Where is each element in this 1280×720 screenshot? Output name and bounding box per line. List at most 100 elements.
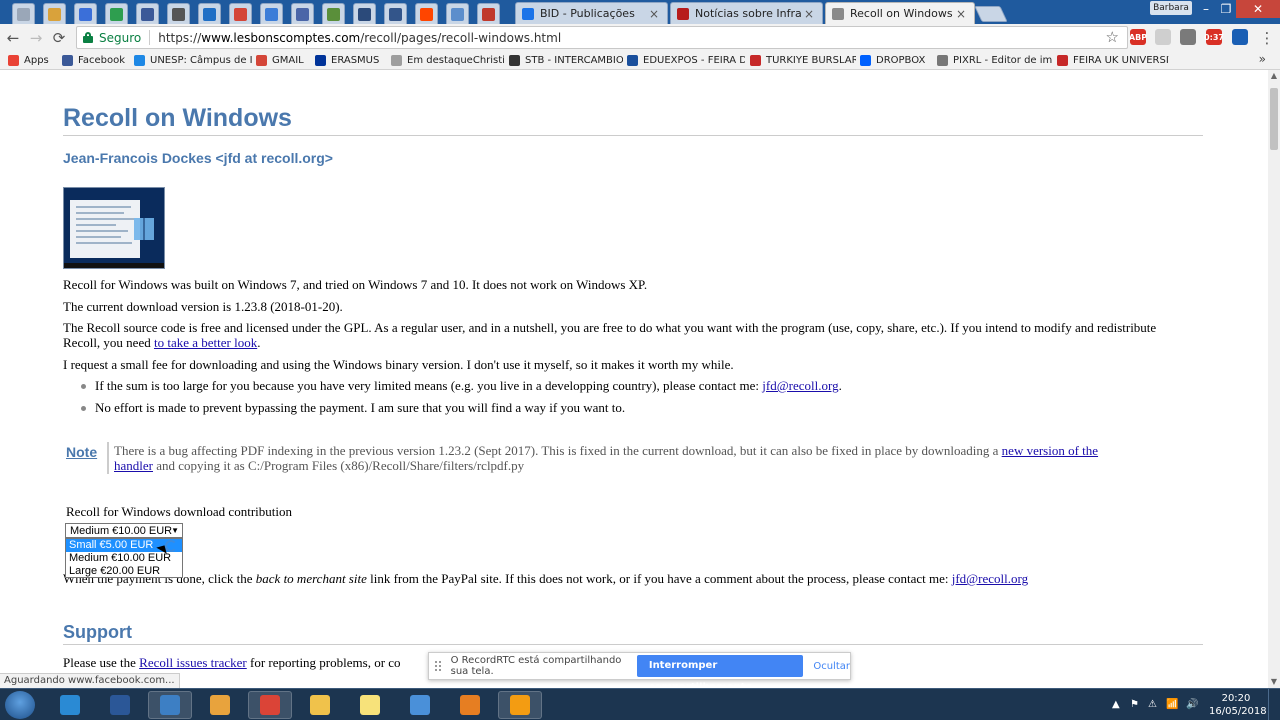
option-medium[interactable]: Medium €10.00 EUR	[66, 552, 182, 565]
note-text: There is a bug affecting PDF indexing in…	[114, 443, 1104, 473]
butterfly-icon	[460, 695, 480, 715]
taskbar-app[interactable]	[98, 691, 142, 719]
bookmark-em-destaquechristin[interactable]: Em destaqueChristin	[391, 53, 505, 68]
chrome-icon	[260, 695, 280, 715]
recordrtc-icon[interactable]: 0:37	[1204, 29, 1224, 45]
pinned-tab[interactable]	[353, 3, 376, 24]
taskbar-app[interactable]	[398, 691, 442, 719]
vertical-scrollbar[interactable]: ▲ ▼	[1268, 70, 1280, 688]
pinned-tab[interactable]	[260, 3, 283, 24]
close-icon[interactable]: ×	[647, 7, 661, 21]
hide-button[interactable]: Ocultar	[813, 661, 850, 672]
new-tab-button[interactable]	[974, 6, 1008, 22]
stop-sharing-button[interactable]: Interromper compartilhamento	[636, 655, 804, 693]
forward-button[interactable]: →	[25, 27, 47, 49]
bookmark-apps[interactable]: Apps	[8, 53, 58, 68]
start-button[interactable]	[5, 691, 35, 719]
pinned-tab[interactable]	[415, 3, 438, 24]
tab-title: BID - Publicações	[540, 7, 635, 20]
taskbar-app[interactable]	[248, 691, 292, 719]
chrome-icon	[17, 7, 30, 21]
pinned-tab[interactable]	[384, 3, 407, 24]
better-look-link[interactable]: to take a better look	[154, 335, 257, 350]
puzzle-icon[interactable]	[1155, 29, 1171, 45]
network-icon[interactable]: 📶	[1166, 699, 1178, 710]
tab-noticias-infraestrutura[interactable]: Notícias sobre Infraestrutura ×	[670, 2, 823, 24]
pinned-tab[interactable]	[43, 3, 66, 24]
back-button[interactable]: ←	[2, 27, 24, 49]
taskbar-app[interactable]	[348, 691, 392, 719]
close-icon[interactable]: ×	[802, 7, 816, 21]
close-icon[interactable]: ×	[954, 7, 968, 21]
taskbar-app[interactable]	[298, 691, 342, 719]
address-bar[interactable]: Seguro https://www.lesbonscomptes.com/re…	[76, 26, 1128, 49]
bookmark-eduexpos-feira-d[interactable]: EDUEXPOS - FEIRA D	[627, 53, 745, 68]
gear-icon[interactable]	[1180, 29, 1196, 45]
windows-screenshot-thumbnail[interactable]	[63, 187, 165, 269]
support-heading: Support	[63, 622, 132, 642]
contribution-select[interactable]: Medium €10.00 EUR ▼	[65, 523, 183, 538]
pen-icon	[389, 7, 402, 21]
bookmark-feira-uk-universit[interactable]: FEIRA UK UNIVERSIT	[1057, 53, 1169, 68]
bookmark-facebook[interactable]: Facebook	[62, 53, 130, 68]
tab-recoll-on-windows[interactable]: Recoll on Windows ×	[825, 2, 975, 24]
taskbar-app[interactable]	[48, 691, 92, 719]
volume-icon[interactable]: 🔊	[1186, 699, 1198, 710]
pinned-tab[interactable]	[291, 3, 314, 24]
taskbar-app[interactable]	[498, 691, 542, 719]
screen-share-bar: O RecordRTC está compartilhando sua tela…	[428, 652, 851, 693]
star-icon[interactable]: ☆	[1106, 28, 1119, 46]
pinned-tab[interactable]	[12, 3, 35, 24]
pinned-tab[interactable]	[477, 3, 500, 24]
url-path: /recoll/pages/recoll-windows.html	[360, 30, 562, 45]
adblock-icon[interactable]: ABP	[1129, 29, 1147, 45]
word-icon	[110, 695, 130, 715]
bookmark-turkiye-burslari[interactable]: TURKIYE BURSLARI	[750, 53, 856, 68]
pinned-tab[interactable]	[136, 3, 159, 24]
scroll-thumb[interactable]	[1270, 88, 1278, 150]
scroll-up-icon[interactable]: ▲	[1268, 70, 1280, 82]
taskbar-app[interactable]	[448, 691, 492, 719]
payment-paragraph: When the payment is done, click the back…	[63, 571, 1028, 586]
tab-bid-publicacoes[interactable]: BID - Publicações ×	[515, 2, 668, 24]
gmail-icon	[256, 55, 267, 66]
facebook-icon	[62, 55, 73, 66]
show-desktop-button[interactable]	[1268, 689, 1280, 720]
show-hidden-icons-icon[interactable]: ▲	[1112, 699, 1120, 710]
more-bookmarks-icon[interactable]: »	[1259, 52, 1266, 66]
profile-button[interactable]: Barbara	[1150, 1, 1192, 15]
pinned-tab[interactable]	[105, 3, 128, 24]
bookmark-pixrl-editor-de-im[interactable]: PIXRL - Editor de im	[937, 53, 1053, 68]
bookmark-gmail[interactable]: GMAIL	[256, 53, 312, 68]
url-text[interactable]: https://www.lesbonscomptes.com/recoll/pa…	[158, 31, 561, 45]
close-window-icon[interactable]: ✕	[1236, 0, 1280, 18]
bookmark-unesp-c-mpus-de-i[interactable]: UNESP: Câmpus de I	[134, 53, 252, 68]
clock[interactable]: 20:20 16/05/2018	[1209, 692, 1267, 718]
play-icon	[110, 7, 123, 21]
payment-contact-link[interactable]: jfd@recoll.org	[952, 571, 1028, 586]
pinned-tab[interactable]	[446, 3, 469, 24]
pinned-tab[interactable]	[229, 3, 252, 24]
drag-handle-icon[interactable]	[435, 661, 441, 671]
issues-tracker-link[interactable]: Recoll issues tracker	[139, 655, 247, 670]
bookmark-erasmus[interactable]: ERASMUS	[315, 53, 387, 68]
taskbar-app[interactable]	[198, 691, 242, 719]
scroll-down-icon[interactable]: ▼	[1268, 676, 1280, 688]
pinned-tab[interactable]	[167, 3, 190, 24]
menu-icon[interactable]: ⋮	[1256, 27, 1278, 49]
bookmark-dropbox[interactable]: DROPBOX	[860, 53, 932, 68]
pinned-tab[interactable]	[74, 3, 97, 24]
pinned-tab[interactable]	[198, 3, 221, 24]
bookmark-label: DROPBOX	[876, 55, 926, 66]
pinned-tab[interactable]	[322, 3, 345, 24]
contact-email-link[interactable]: jfd@recoll.org	[762, 378, 838, 393]
bookmark-stb-intercambio[interactable]: STB - INTERCAMBIO	[509, 53, 623, 68]
taskbar-app[interactable]	[148, 691, 192, 719]
photo-viewer-icon	[360, 695, 380, 715]
reload-button[interactable]: ⟳	[48, 27, 70, 49]
warning-icon[interactable]: ⚠	[1148, 699, 1157, 710]
option-large[interactable]: Large €20.00 EUR	[66, 565, 182, 578]
bid-tab-icon	[522, 7, 534, 20]
bookmark-icon[interactable]	[1232, 29, 1248, 45]
action-center-icon[interactable]: ⚑	[1130, 699, 1139, 710]
